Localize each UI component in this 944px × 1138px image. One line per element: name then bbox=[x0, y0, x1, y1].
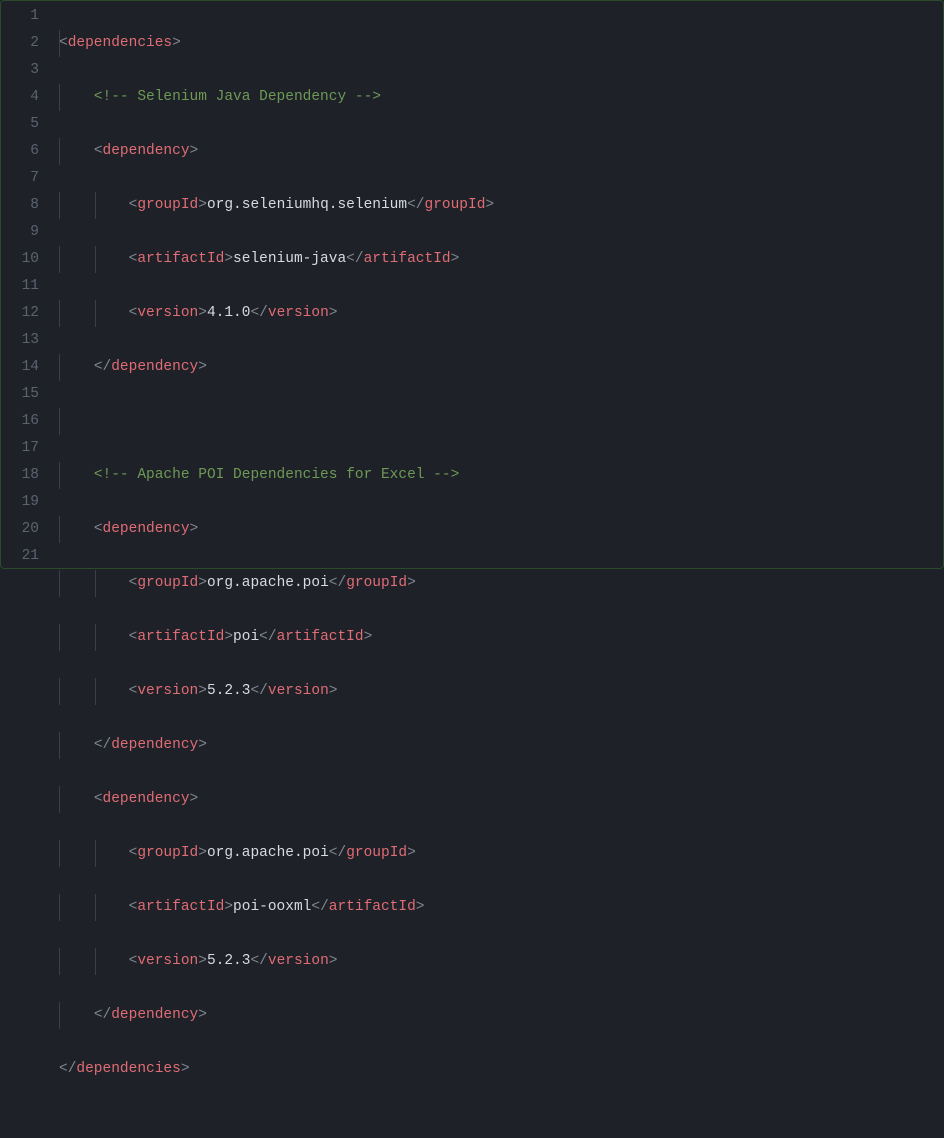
code-line: </dependency> bbox=[59, 1002, 943, 1029]
line-number: 4 bbox=[1, 84, 39, 111]
code-line: </dependencies> bbox=[59, 1056, 943, 1083]
line-number: 3 bbox=[1, 57, 39, 84]
code-line: <version>5.2.3</version> bbox=[59, 948, 943, 975]
line-number: 15 bbox=[1, 381, 39, 408]
code-line: <groupId>org.apache.poi</groupId> bbox=[59, 840, 943, 867]
line-number: 14 bbox=[1, 354, 39, 381]
line-number: 17 bbox=[1, 435, 39, 462]
code-line: <artifactId>poi-ooxml</artifactId> bbox=[59, 894, 943, 921]
code-line bbox=[59, 1110, 943, 1137]
code-line bbox=[59, 408, 943, 435]
line-number: 10 bbox=[1, 246, 39, 273]
code-line: </dependency> bbox=[59, 732, 943, 759]
code-line: <groupId>org.seleniumhq.selenium</groupI… bbox=[59, 192, 943, 219]
code-line: <dependency> bbox=[59, 138, 943, 165]
line-number: 5 bbox=[1, 111, 39, 138]
code-editor[interactable]: 1 2 3 4 5 6 7 8 9 10 11 12 13 14 15 16 1… bbox=[1, 1, 943, 568]
line-number: 11 bbox=[1, 273, 39, 300]
line-number: 7 bbox=[1, 165, 39, 192]
line-number: 9 bbox=[1, 219, 39, 246]
line-number: 19 bbox=[1, 489, 39, 516]
code-line: <dependencies> bbox=[59, 30, 943, 57]
line-number: 8 bbox=[1, 192, 39, 219]
code-area[interactable]: <dependencies> <!-- Selenium Java Depend… bbox=[59, 1, 943, 568]
line-number: 16 bbox=[1, 408, 39, 435]
line-number: 6 bbox=[1, 138, 39, 165]
line-number: 12 bbox=[1, 300, 39, 327]
code-line: <!-- Apache POI Dependencies for Excel -… bbox=[59, 462, 943, 489]
code-line: <dependency> bbox=[59, 786, 943, 813]
line-number: 18 bbox=[1, 462, 39, 489]
line-number: 1 bbox=[1, 3, 39, 30]
code-line: </dependency> bbox=[59, 354, 943, 381]
line-number: 13 bbox=[1, 327, 39, 354]
code-line: <dependency> bbox=[59, 516, 943, 543]
code-line: <artifactId>selenium-java</artifactId> bbox=[59, 246, 943, 273]
code-line: <groupId>org.apache.poi</groupId> bbox=[59, 570, 943, 597]
line-number: 21 bbox=[1, 543, 39, 570]
line-number: 20 bbox=[1, 516, 39, 543]
code-line: <version>4.1.0</version> bbox=[59, 300, 943, 327]
code-line: <!-- Selenium Java Dependency --> bbox=[59, 84, 943, 111]
code-line: <artifactId>poi</artifactId> bbox=[59, 624, 943, 651]
line-number: 2 bbox=[1, 30, 39, 57]
code-line: <version>5.2.3</version> bbox=[59, 678, 943, 705]
line-number-gutter: 1 2 3 4 5 6 7 8 9 10 11 12 13 14 15 16 1… bbox=[1, 1, 59, 568]
